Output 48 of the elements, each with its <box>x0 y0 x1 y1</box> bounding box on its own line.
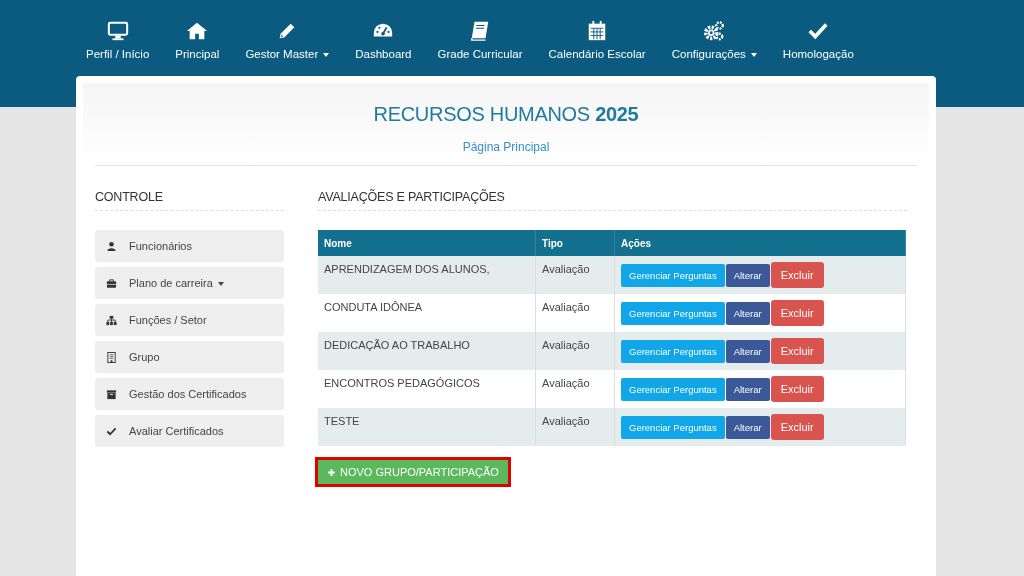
sidebar-item[interactable]: Gestão dos Certificados <box>95 378 284 410</box>
edit-button[interactable]: Alterar <box>725 264 770 287</box>
sidebar-item[interactable]: Grupo <box>95 341 284 373</box>
sidebar-item[interactable]: Plano de carreira <box>95 267 284 299</box>
check-icon <box>106 425 117 437</box>
table-cell: DEDICAÇÃO AO TRABALHO <box>318 332 536 370</box>
nav-item[interactable]: Configurações <box>658 20 770 60</box>
edit-button[interactable]: Alterar <box>725 302 770 325</box>
sidebar-title: CONTROLE <box>95 190 284 211</box>
book-icon <box>469 20 491 42</box>
sidebar-item[interactable]: Avaliar Certificados <box>95 415 284 447</box>
archive-icon <box>106 388 117 400</box>
table-cell: Avaliação <box>535 408 615 446</box>
edit-button[interactable]: Alterar <box>725 416 770 439</box>
delete-button[interactable]: Excluir <box>770 338 824 364</box>
delete-button[interactable]: Excluir <box>770 414 824 440</box>
edit-button[interactable]: Alterar <box>725 378 770 401</box>
column-header: Tipo <box>535 230 615 256</box>
home-icon <box>186 20 209 42</box>
delete-button[interactable]: Excluir <box>770 300 824 326</box>
table-cell: Avaliação <box>535 256 615 294</box>
edit-button[interactable]: Alterar <box>725 340 770 363</box>
nav-item[interactable]: Dashboard <box>342 20 425 60</box>
breadcrumb-link[interactable]: Página Principal <box>462 140 550 154</box>
sidebar-item[interactable]: Funcionários <box>95 230 284 262</box>
nav-item[interactable]: Calendário Escolar <box>535 20 659 60</box>
nav-item[interactable]: Gestor Master <box>232 20 343 60</box>
table-cell: APRENDIZAGEM DOS ALUNOS, <box>318 256 536 294</box>
delete-button[interactable]: Excluir <box>770 376 824 402</box>
plus-icon <box>327 467 336 477</box>
delete-button[interactable]: Excluir <box>770 262 824 288</box>
briefcase-icon <box>106 277 117 289</box>
table-cell: Avaliação <box>535 332 615 370</box>
user-icon <box>106 240 117 252</box>
sidebar-item[interactable]: Funções / Setor <box>95 304 284 336</box>
building-icon <box>106 351 117 363</box>
nav-item[interactable]: Grade Curricular <box>424 20 536 60</box>
column-header: Nome <box>318 230 536 256</box>
nav-item[interactable]: Principal <box>162 20 233 60</box>
nav-item[interactable]: Perfil / Início <box>86 20 163 60</box>
table-cell: TESTE <box>318 408 536 446</box>
nav-item[interactable]: Homologação <box>769 20 867 60</box>
section-title: AVALIAÇÕES E PARTICIPAÇÕES <box>318 190 907 211</box>
sitemap-icon <box>106 314 117 326</box>
gears-icon <box>703 20 726 42</box>
monitor-icon <box>106 20 129 42</box>
column-header: Ações <box>614 230 906 256</box>
page-title: RECURSOS HUMANOS 2025 <box>372 103 640 126</box>
